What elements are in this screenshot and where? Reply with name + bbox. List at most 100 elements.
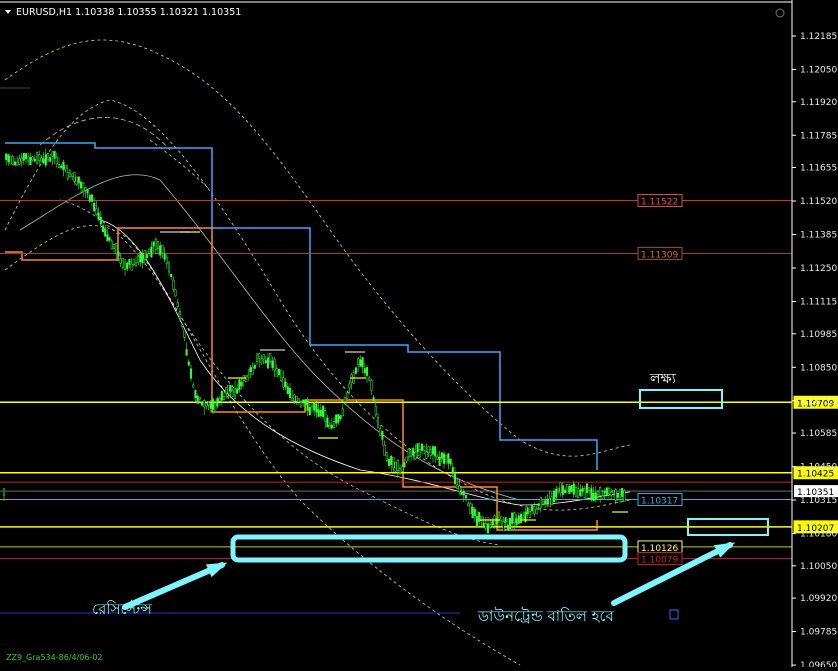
candle-body [526, 508, 529, 515]
candle-body [484, 523, 487, 529]
candle-body [11, 156, 14, 165]
candle-body [68, 169, 72, 177]
candle-body [95, 208, 98, 215]
candle-body [390, 455, 393, 465]
candle-body [284, 381, 287, 388]
candle-body [431, 446, 435, 455]
candle-body [189, 368, 193, 379]
candle-body [198, 396, 201, 400]
candle-body [321, 405, 325, 417]
candle-body [148, 248, 151, 254]
candle-body [299, 401, 303, 408]
candle-body [359, 359, 362, 367]
candle-body [343, 396, 347, 403]
candle-body [286, 386, 289, 395]
candle-body [132, 258, 135, 265]
candle-body [601, 495, 604, 499]
candle-body [379, 428, 382, 436]
candle-body [403, 462, 406, 468]
candle-body [500, 516, 503, 521]
candle-body [35, 152, 39, 164]
candle-body [216, 398, 219, 407]
candle-body [563, 489, 567, 494]
candle-body [141, 252, 144, 264]
candle-body [387, 458, 391, 466]
candle-body [427, 446, 430, 453]
price-chart[interactable]: 1.115221.113091.107091.104251.103171.102… [0, 0, 838, 671]
candle-body [236, 388, 239, 394]
candle-body [313, 402, 316, 411]
candle-body [585, 483, 589, 493]
candle-body [183, 329, 186, 338]
candle-body [491, 521, 494, 526]
candle-body [434, 446, 437, 457]
candle-body [372, 397, 375, 402]
candle-body [55, 157, 58, 165]
candle-body [258, 353, 261, 359]
candle-body [115, 242, 118, 255]
candle-body [475, 516, 479, 528]
candle-body [581, 488, 584, 492]
candle-body [385, 452, 388, 461]
resistance-label: রেসিস্টেন্স [92, 600, 152, 618]
candle-body [328, 425, 331, 429]
candle-body [97, 212, 100, 220]
candle-body [99, 216, 102, 225]
candle-body [471, 506, 474, 519]
candle-body [167, 261, 171, 273]
candle-body [460, 492, 463, 495]
candle-body [409, 451, 413, 457]
candle-body [152, 241, 155, 247]
candle-body [238, 379, 241, 390]
candle-body [194, 389, 197, 398]
candle-body [86, 189, 89, 194]
candle-body [297, 398, 300, 403]
candle-body [130, 263, 133, 271]
candle-body [370, 380, 373, 391]
candle-body [112, 244, 116, 249]
candle-body [249, 367, 252, 372]
candle-body [566, 483, 569, 493]
candle-body [315, 403, 318, 413]
candle-body [137, 255, 140, 264]
candle-body [502, 521, 505, 532]
candle-body [275, 368, 278, 377]
candle-body [40, 157, 43, 163]
candle-body [73, 171, 76, 182]
price-tick-label: 1.10715 [800, 397, 837, 407]
candle-body [308, 407, 311, 416]
price-tick-label: 1.09650 [800, 661, 837, 667]
candle-body [174, 289, 177, 297]
candle-body [456, 484, 459, 489]
level-tag-label: 1.11309 [641, 250, 678, 260]
candle-body [337, 414, 340, 423]
candle-body [220, 391, 223, 401]
candle-body [533, 506, 536, 515]
candle-body [618, 489, 622, 498]
candle-body [196, 395, 199, 404]
candle-body [610, 491, 613, 496]
candle-body [447, 453, 450, 464]
candle-body [49, 157, 52, 162]
candle-body [262, 354, 265, 360]
candle-body [231, 390, 234, 397]
target-label: লক্ষ্য [649, 371, 677, 387]
candle-body [418, 449, 421, 458]
candle-body [405, 456, 408, 462]
chart-window[interactable]: 1.11522 1.11309 1.10709 1.10425 1.10317 1.102… [0, 0, 838, 671]
candle-body [150, 246, 153, 258]
candle-body [612, 490, 615, 493]
candle-body [13, 161, 17, 166]
candle-body [159, 245, 162, 256]
candle-body [38, 154, 41, 161]
candle-body [497, 511, 501, 523]
candle-body [291, 397, 294, 401]
candle-body [205, 403, 208, 407]
candle-body [519, 513, 523, 523]
candle-body [57, 164, 61, 168]
price-tick-label: 1.11785 [800, 131, 837, 141]
candle-body [282, 377, 285, 388]
candle-body [7, 154, 10, 163]
candle-body [383, 444, 386, 456]
candle-body [60, 165, 63, 169]
